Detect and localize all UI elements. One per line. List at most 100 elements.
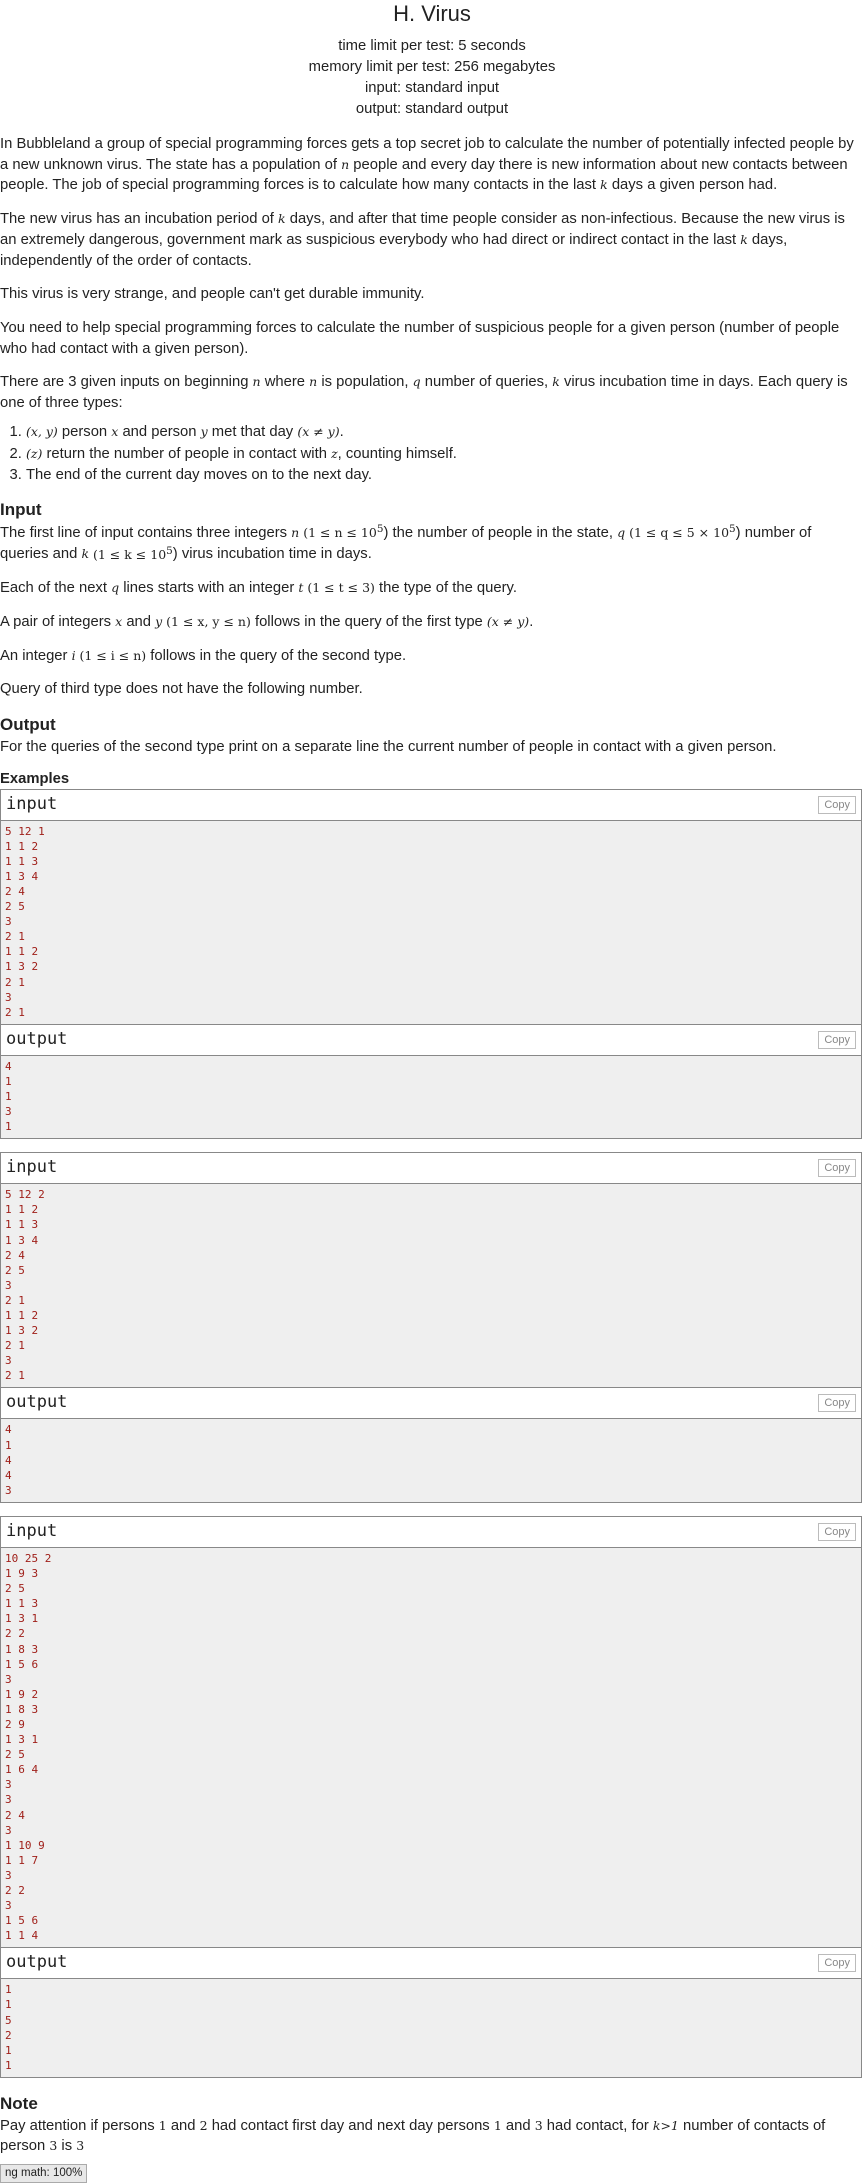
copy-input-button[interactable]: Copy — [818, 1522, 856, 1541]
output-line: 1 — [5, 1074, 12, 1088]
output-line: 1 — [5, 2043, 12, 2057]
input-line: 3 — [5, 990, 12, 1004]
output-line: 1 — [5, 1998, 12, 2012]
input-line: 3 — [5, 1778, 12, 1792]
input-line: 2 4 — [5, 1248, 25, 1262]
output-section-title: Output — [0, 715, 56, 735]
input-line: 2 1 — [5, 1005, 25, 1019]
input-line: 1 8 3 — [5, 1702, 39, 1716]
query-types-list: (x, y) person x and person y met that da… — [0, 421, 864, 486]
input-line: 2 5 — [5, 1748, 25, 1762]
input-line: 1 3 4 — [5, 869, 39, 883]
input-content: 5 12 11 1 21 1 31 3 42 42 532 11 1 21 3 … — [1, 820, 861, 1024]
input-content: 10 25 21 9 32 51 1 31 3 12 21 8 31 5 631… — [1, 1547, 861, 1948]
output-line: 1 — [5, 1438, 12, 1452]
input-line: 1 9 2 — [5, 1687, 39, 1701]
input-section-title: Input — [0, 499, 42, 519]
output-line: 3 — [5, 1483, 12, 1497]
input-header: input Copy — [1, 1153, 861, 1185]
list-item: (x, y) person x and person y met that da… — [26, 421, 864, 443]
input-line: 1 3 1 — [5, 1733, 39, 1747]
examples-container: input Copy 5 12 11 1 21 1 31 3 42 42 532 1… — [0, 788, 864, 2078]
input-line: 1 3 2 — [5, 960, 39, 974]
input-line-1: The first line of input contains three i… — [0, 522, 812, 563]
math-zoom-badge[interactable]: ng math: 100% — [0, 2164, 88, 2183]
input-line: 1 1 3 — [5, 1597, 39, 1611]
input-line: 1 1 2 — [5, 1203, 39, 1217]
input-line: 3 — [5, 1823, 12, 1837]
input-line: 1 6 4 — [5, 1763, 39, 1777]
legend-paragraph-5: There are 3 given inputs on beginning n … — [0, 374, 848, 412]
input-header: input Copy — [1, 789, 861, 821]
output-label: output — [6, 1952, 68, 1973]
output-label: output — [6, 1028, 68, 1049]
input-line: 2 4 — [5, 1808, 25, 1822]
input-line: 5 12 2 — [5, 1188, 45, 1202]
input-label: input — [6, 1157, 58, 1178]
input-line: 2 5 — [5, 1582, 25, 1596]
input-label: input — [6, 1520, 58, 1541]
output-line: 1 — [5, 1983, 12, 1997]
input-line: 1 3 4 — [5, 1233, 39, 1247]
input-line: 1 8 3 — [5, 1642, 39, 1656]
input-line: 2 1 — [5, 1293, 25, 1307]
legend-paragraph-1: In Bubbleland a group of special program… — [0, 136, 854, 194]
input-line: 2 1 — [5, 1339, 25, 1353]
copy-output-button[interactable]: Copy — [818, 1394, 856, 1413]
input-label: input — [6, 793, 58, 814]
output-line: 1 — [5, 1120, 12, 1134]
input-line-5: Query of third type does not have the fo… — [0, 681, 363, 698]
output-content: 41131 — [1, 1055, 861, 1139]
legend-paragraph-4: You need to help special programming for… — [0, 319, 840, 357]
input-line-2: Each of the next q lines starts with an … — [0, 580, 517, 597]
copy-output-button[interactable]: Copy — [818, 1030, 856, 1049]
input-line: 3 — [5, 1868, 12, 1882]
output-line: 1 — [5, 2058, 12, 2072]
input-line: 2 4 — [5, 884, 25, 898]
input-line: 1 1 2 — [5, 839, 39, 853]
input-line: 1 3 2 — [5, 1324, 39, 1338]
input-header: input Copy — [1, 1516, 861, 1548]
input-line: 1 1 3 — [5, 854, 39, 868]
output-text: For the queries of the second type print… — [0, 738, 777, 755]
example-block: input Copy 5 12 21 1 21 1 31 3 42 42 532 1… — [0, 1152, 862, 1503]
output-line: 4 — [5, 1059, 12, 1073]
input-line: 1 1 4 — [5, 1929, 39, 1943]
input-line: 1 3 1 — [5, 1612, 39, 1626]
copy-output-button[interactable]: Copy — [818, 1954, 856, 1973]
output-content: 41443 — [1, 1419, 861, 1502]
copy-input-button[interactable]: Copy — [818, 795, 856, 814]
input-line: 1 1 3 — [5, 1218, 39, 1232]
input-line: 2 2 — [5, 1627, 25, 1641]
example-block: input Copy 5 12 11 1 21 1 31 3 42 42 532 1… — [0, 788, 862, 1140]
output-header: output Copy — [1, 1947, 861, 1980]
list-item: The end of the current day moves on to t… — [26, 465, 864, 486]
input-line: 3 — [5, 1354, 12, 1368]
output-line: 5 — [5, 2013, 12, 2027]
input-line: 10 25 2 — [5, 1551, 52, 1565]
output-line: 2 — [5, 2028, 12, 2042]
input-line-4: An integer i (1 ≤ i ≤ n) follows in the … — [0, 647, 407, 664]
input-line: 2 5 — [5, 900, 25, 914]
output-line: 4 — [5, 1453, 12, 1467]
input-line: 3 — [5, 1899, 12, 1913]
time-limit: time limit per test: 5 seconds — [338, 38, 526, 54]
output-header: output Copy — [1, 1023, 861, 1056]
input-line: 1 10 9 — [5, 1838, 45, 1852]
copy-input-button[interactable]: Copy — [818, 1159, 856, 1178]
input-spec: input: standard input — [364, 80, 500, 96]
input-line: 2 5 — [5, 1263, 25, 1277]
example-block: input Copy 10 25 21 9 32 51 1 31 3 12 21 8… — [0, 1515, 862, 2078]
input-line: 1 1 2 — [5, 945, 39, 959]
note-text: Pay attention if persons 1 and 2 had con… — [0, 2117, 826, 2155]
problem-title: H. Virus — [393, 1, 471, 26]
input-line: 2 1 — [5, 975, 25, 989]
output-content: 115211 — [1, 1979, 861, 2077]
input-line: 1 1 7 — [5, 1853, 39, 1867]
memory-limit: memory limit per test: 256 megabytes — [308, 59, 556, 75]
output-header: output Copy — [1, 1387, 861, 1420]
input-line: 2 2 — [5, 1884, 25, 1897]
input-line: 2 1 — [5, 1369, 25, 1383]
input-line-3: A pair of integers x and y (1 ≤ x, y ≤ n… — [0, 613, 534, 630]
list-item: (z) return the number of people in conta… — [26, 443, 864, 465]
